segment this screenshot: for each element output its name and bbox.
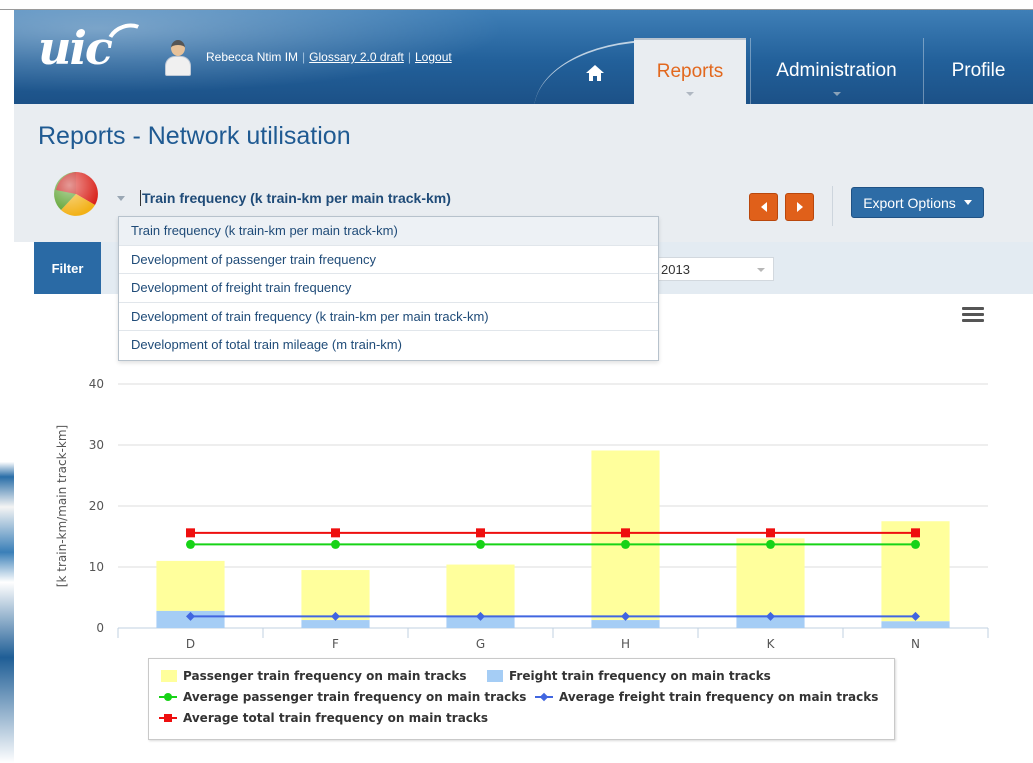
report-select-caret-icon[interactable] <box>117 196 125 201</box>
avg-passenger-point <box>331 539 340 549</box>
avg-total-point <box>476 528 485 538</box>
export-options-label: Export Options <box>863 194 956 211</box>
background-window-strip <box>0 10 14 763</box>
x-tick-label: K <box>767 637 776 650</box>
avg-total-point <box>331 528 340 538</box>
app-header: uic Rebecca Ntim IM | Glossary 2.0 draft | L… <box>14 10 1033 104</box>
passenger-bar <box>446 564 515 616</box>
tab-reports[interactable]: Reports <box>634 38 746 104</box>
tab-profile[interactable]: Profile <box>924 38 1033 104</box>
x-tick-label: D <box>186 637 195 650</box>
export-options-button[interactable]: Export Options <box>851 187 984 218</box>
window-top-edge <box>0 0 1033 10</box>
legend-swatch <box>161 670 177 682</box>
chevron-down-icon <box>832 92 841 96</box>
previous-report-button[interactable] <box>749 193 778 221</box>
legend-item-avg-total[interactable]: Average total train frequency on main tr… <box>159 711 488 725</box>
avg-passenger-point <box>476 539 485 549</box>
chevron-down-icon <box>686 92 694 96</box>
x-tick-label: G <box>476 637 485 650</box>
legend-item-avg-freight[interactable]: Average freight train frequency on main … <box>535 690 878 704</box>
glossary-link[interactable]: Glossary 2.0 draft <box>309 50 404 64</box>
user-avatar-icon <box>164 40 192 76</box>
arrow-left-icon <box>760 202 767 212</box>
freight-bar <box>881 621 950 628</box>
avg-passenger-point <box>621 539 630 549</box>
freight-bar <box>301 620 370 628</box>
frequency-chart: 0 10 20 30 40 [k train-km/main track-km] D F G H K… <box>55 377 989 650</box>
toolbar-divider <box>832 186 833 226</box>
tab-profile-label: Profile <box>951 60 1006 81</box>
avg-total-point <box>621 528 630 538</box>
report-option[interactable]: Train frequency (k train-km per main tra… <box>119 217 658 246</box>
year-select[interactable]: 2013 <box>652 257 774 281</box>
legend-line-diamond <box>535 691 553 703</box>
legend-item-passenger[interactable]: Passenger train frequency on main tracks <box>161 669 467 683</box>
arrow-right-icon <box>796 202 803 212</box>
legend-line-circle <box>159 691 177 703</box>
legend-label: Average total train frequency on main tr… <box>183 711 489 725</box>
year-select-value: 2013 <box>661 262 690 277</box>
x-tick-label: F <box>332 637 339 650</box>
legend-swatch <box>487 670 503 682</box>
uic-logo[interactable]: uic <box>38 24 113 72</box>
home-icon[interactable] <box>584 62 606 84</box>
legend-item-freight[interactable]: Freight train frequency on main tracks <box>487 669 771 683</box>
next-report-button[interactable] <box>785 193 814 221</box>
chart-legend: Passenger train frequency on main tracks… <box>148 658 895 740</box>
y-tick-label: 20 <box>89 499 104 513</box>
chart-menu-icon[interactable] <box>962 307 984 323</box>
legend-line-square <box>159 712 177 724</box>
tab-administration[interactable]: Administration <box>751 38 922 104</box>
report-select[interactable]: Train frequency (k train-km per main tra… <box>140 190 451 206</box>
y-tick-label: 30 <box>89 438 104 452</box>
x-tick-label: N <box>911 637 920 650</box>
y-axis-label: [k train-km/main track-km] <box>55 425 69 587</box>
x-tick-label: H <box>621 637 630 650</box>
pie-chart-icon <box>54 172 98 216</box>
avg-passenger-point <box>911 539 920 549</box>
page-title: Reports - Network utilisation <box>38 122 351 150</box>
avg-total-point <box>766 528 775 538</box>
y-tick-label: 40 <box>89 377 104 391</box>
avg-total-point <box>911 528 920 538</box>
user-name: Rebecca Ntim IM <box>206 50 299 64</box>
user-info: Rebecca Ntim IM | Glossary 2.0 draft | Logou… <box>206 50 452 64</box>
legend-label: Freight train frequency on main tracks <box>509 669 771 683</box>
legend-label: Passenger train frequency on main tracks <box>183 669 467 683</box>
legend-item-avg-passenger[interactable]: Average passenger train frequency on mai… <box>159 690 526 704</box>
chevron-down-icon <box>757 268 765 272</box>
report-select-value: Train frequency (k train-km per main tra… <box>142 190 451 206</box>
tab-administration-label: Administration <box>776 60 897 81</box>
legend-label: Average passenger train frequency on mai… <box>183 690 527 704</box>
report-dropdown-menu: Train frequency (k train-km per main tra… <box>118 216 659 361</box>
y-tick-label: 0 <box>96 621 104 635</box>
chevron-down-icon <box>963 200 972 205</box>
report-option[interactable]: Development of total train mileage (m tr… <box>119 331 658 360</box>
freight-bar <box>591 620 660 628</box>
report-option[interactable]: Development of train frequency (k train-… <box>119 303 658 331</box>
y-tick-label: 10 <box>89 560 104 574</box>
avg-passenger-point <box>766 539 775 549</box>
tab-reports-label: Reports <box>656 61 724 82</box>
filter-tab[interactable]: Filter <box>34 242 101 294</box>
logout-link[interactable]: Logout <box>415 50 452 64</box>
passenger-bar <box>156 560 225 611</box>
avg-passenger-point <box>186 539 195 549</box>
avg-total-point <box>186 528 195 538</box>
report-option[interactable]: Development of passenger train frequency <box>119 246 658 274</box>
legend-label: Average freight train frequency on main … <box>559 690 879 704</box>
report-option[interactable]: Development of freight train frequency <box>119 274 658 303</box>
passenger-bar <box>736 538 805 616</box>
app-frame: uic Rebecca Ntim IM | Glossary 2.0 draft | L… <box>14 10 1033 763</box>
